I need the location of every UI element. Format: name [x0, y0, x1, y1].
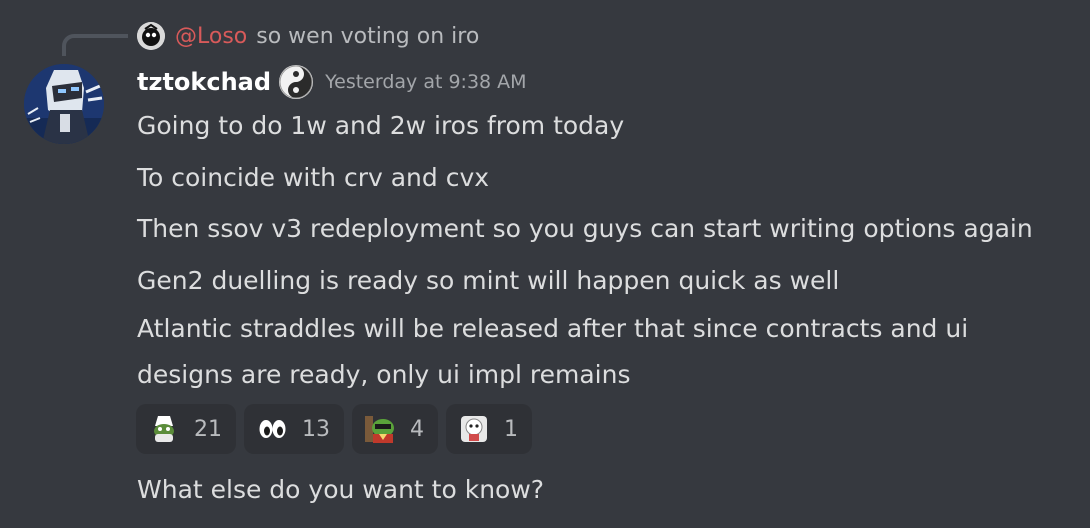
- reaction-bar: 21 13 4 1: [136, 404, 532, 454]
- pepe-hacker-emoji-icon: [364, 413, 396, 445]
- message-header: tztokchad Yesterday at 9:38 AM: [137, 64, 527, 100]
- reaction-pepe-hacker[interactable]: 4: [352, 404, 438, 454]
- reaction-eyes[interactable]: 13: [244, 404, 344, 454]
- message-text: Then ssov v3 redeployment so you guys ca…: [137, 214, 1033, 243]
- reply-reference[interactable]: @Loso so wen voting on iro: [137, 20, 479, 52]
- message-text: Atlantic straddles will be released afte…: [137, 314, 969, 389]
- reply-connector-line: [62, 34, 128, 56]
- pepe-wizard-emoji-icon: [148, 413, 180, 445]
- reaction-sticker-character[interactable]: 1: [446, 404, 532, 454]
- author-avatar[interactable]: [24, 64, 104, 144]
- author-username[interactable]: tztokchad: [137, 68, 271, 96]
- sticker-character-emoji-icon: [458, 413, 490, 445]
- reaction-pepe-wizard[interactable]: 21: [136, 404, 236, 454]
- reaction-count: 1: [504, 416, 518, 442]
- yin-yang-badge-icon[interactable]: [279, 65, 314, 99]
- message-text: What else do you want to know?: [137, 475, 545, 504]
- eyes-emoji-icon: [256, 413, 288, 445]
- message-text: Gen2 duelling is ready so mint will happ…: [137, 266, 840, 295]
- message-timestamp[interactable]: Yesterday at 9:38 AM: [325, 71, 527, 93]
- message-text: To coincide with crv and cvx: [137, 163, 490, 192]
- reply-mention-link[interactable]: @Loso: [175, 24, 247, 49]
- reaction-count: 13: [302, 416, 330, 442]
- reply-preview-text[interactable]: so wen voting on iro: [256, 24, 479, 49]
- reaction-count: 4: [410, 416, 424, 442]
- reply-avatar-icon[interactable]: [137, 22, 165, 50]
- chat-message-group: @Loso so wen voting on iro tztokchad Yes…: [0, 0, 1090, 528]
- message-text: Going to do 1w and 2w iros from today: [137, 111, 625, 140]
- reaction-count: 21: [194, 416, 222, 442]
